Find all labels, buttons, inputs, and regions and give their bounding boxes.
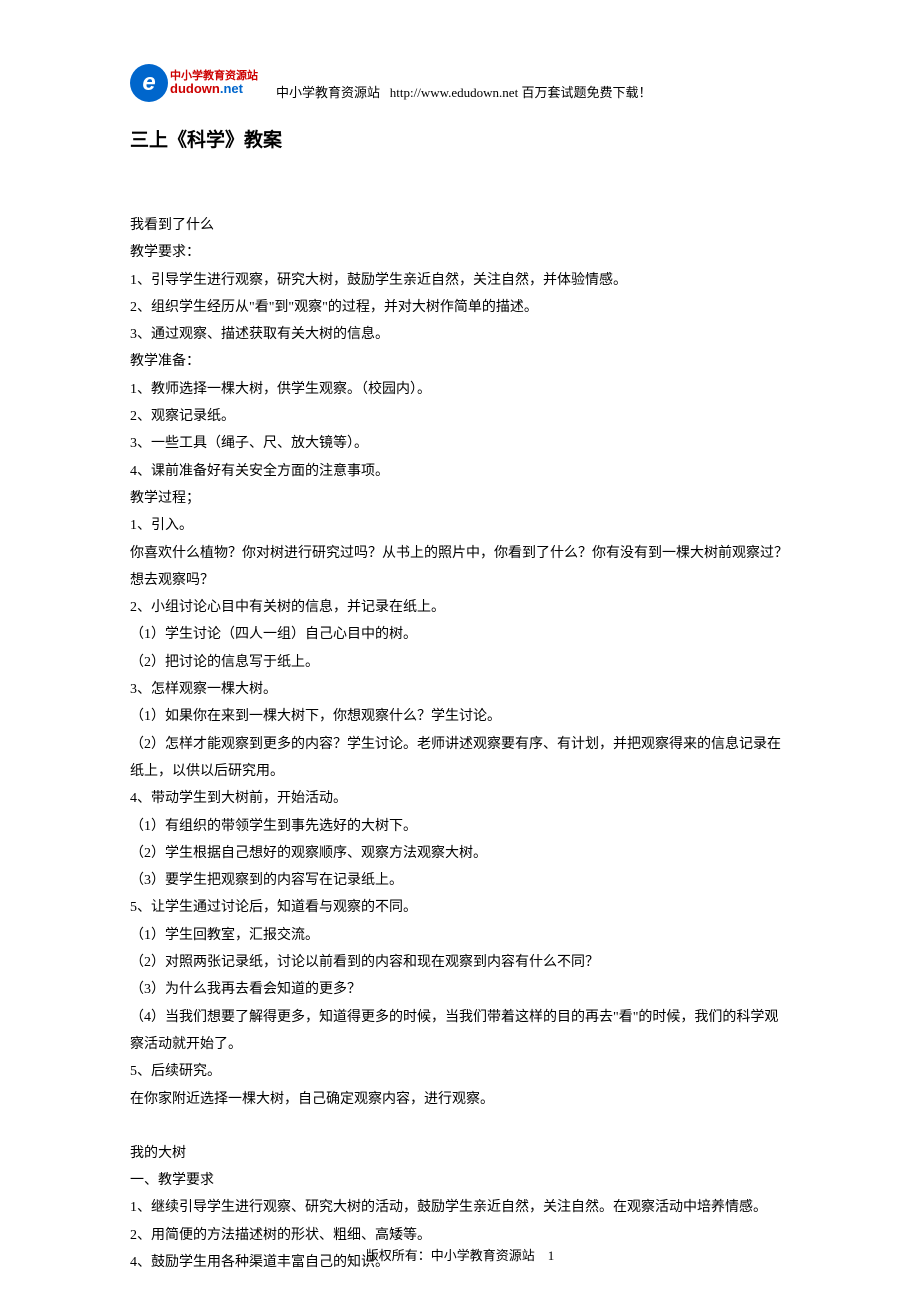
body-line: （3）要学生把观察到的内容写在记录纸上。 (130, 867, 790, 894)
document-body: 我看到了什么 教学要求： 1、引导学生进行观察，研究大树，鼓励学生亲近自然，关注… (130, 212, 790, 1276)
body-line: （1）如果你在来到一棵大树下，你想观察什么？学生讨论。 (130, 703, 790, 730)
body-line: 3、一些工具（绳子、尺、放大镜等）。 (130, 430, 790, 457)
header-tagline: 中小学教育资源站 http://www.edudown.net 百万套试题免费下… (276, 82, 651, 105)
page-header: e 中小学教育资源站 dudown.net 中小学教育资源站 http://ww… (130, 60, 790, 105)
document-title: 三上《科学》教案 (130, 125, 790, 152)
logo-en-text: dudown.net (170, 82, 258, 95)
site-slogan: 百万套试题免费下载！ (521, 85, 651, 100)
body-line: （2）对照两张记录纸，讨论以前看到的内容和现在观察到内容有什么不同？ (130, 949, 790, 976)
body-line: 4、带动学生到大树前，开始活动。 (130, 785, 790, 812)
body-line: （1）学生讨论（四人一组）自己心目中的树。 (130, 621, 790, 648)
body-line: （1）学生回教室，汇报交流。 (130, 922, 790, 949)
body-line: 你喜欢什么植物？你对树进行研究过吗？从书上的照片中，你看到了什么？你有没有到一棵… (130, 540, 790, 595)
body-line: 我的大树 (130, 1140, 790, 1167)
body-line: 1、继续引导学生进行观察、研究大树的活动，鼓励学生亲近自然，关注自然。在观察活动… (130, 1194, 790, 1221)
body-line: 5、让学生通过讨论后，知道看与观察的不同。 (130, 894, 790, 921)
body-line: （2）学生根据自己想好的观察顺序、观察方法观察大树。 (130, 840, 790, 867)
body-line: 一、教学要求 (130, 1167, 790, 1194)
logo-en-main: dudown (170, 81, 220, 96)
site-name: 中小学教育资源站 (276, 85, 380, 100)
body-line: （3）为什么我再去看会知道的更多？ (130, 976, 790, 1003)
body-line: 3、怎样观察一棵大树。 (130, 676, 790, 703)
body-line: （2）怎样才能观察到更多的内容？学生讨论。老师讲述观察要有序、有计划，并把观察得… (130, 731, 790, 786)
site-url: http://www.edudown.net (390, 85, 518, 100)
body-line: 教学准备： (130, 348, 790, 375)
blank-line (130, 1113, 790, 1140)
logo-text-block: 中小学教育资源站 dudown.net (170, 71, 258, 95)
body-line: 2、小组讨论心目中有关树的信息，并记录在纸上。 (130, 594, 790, 621)
body-line: （2）把讨论的信息写于纸上。 (130, 649, 790, 676)
body-line: 教学过程； (130, 485, 790, 512)
footer-copyright: 版权所有：中小学教育资源站 (366, 1248, 535, 1263)
page: e 中小学教育资源站 dudown.net 中小学教育资源站 http://ww… (0, 0, 920, 1276)
footer-page-number: 1 (548, 1248, 555, 1263)
body-line: 2、观察记录纸。 (130, 403, 790, 430)
body-line: 1、引导学生进行观察，研究大树，鼓励学生亲近自然，关注自然，并体验情感。 (130, 267, 790, 294)
body-line: （1）有组织的带领学生到事先选好的大树下。 (130, 813, 790, 840)
body-line: 在你家附近选择一棵大树，自己确定观察内容，进行观察。 (130, 1086, 790, 1113)
body-line: （4）当我们想要了解得更多，知道得更多的时候，当我们带着这样的目的再去"看"的时… (130, 1004, 790, 1059)
body-line: 2、组织学生经历从"看"到"观察"的过程，并对大树作简单的描述。 (130, 294, 790, 321)
body-line: 5、后续研究。 (130, 1058, 790, 1085)
page-footer: 版权所有：中小学教育资源站 1 (0, 1245, 920, 1264)
body-line: 1、教师选择一棵大树，供学生观察。（校园内）。 (130, 376, 790, 403)
logo-en-suffix: .net (220, 81, 243, 96)
body-line: 1、引入。 (130, 512, 790, 539)
body-line: 我看到了什么 (130, 212, 790, 239)
site-logo: e 中小学教育资源站 dudown.net (130, 60, 260, 105)
body-line: 教学要求： (130, 239, 790, 266)
logo-e-icon: e (130, 64, 168, 102)
body-line: 3、通过观察、描述获取有关大树的信息。 (130, 321, 790, 348)
body-line: 4、课前准备好有关安全方面的注意事项。 (130, 458, 790, 485)
